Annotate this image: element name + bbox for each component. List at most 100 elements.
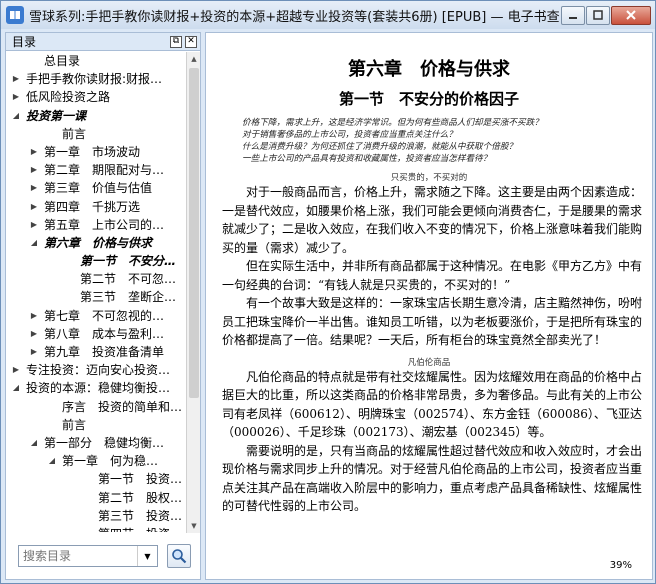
collapse-arrow-icon[interactable]: ◢ [28, 434, 40, 452]
toc-item[interactable]: ◢ 投资的本源：稳健均衡投… [6, 379, 186, 397]
expand-arrow-icon[interactable]: ▶ [28, 216, 40, 234]
toc-item-label: 第一部分 稳健均衡… [44, 435, 165, 450]
toc-item[interactable]: ▶ 低风险投资之路 [6, 88, 186, 106]
toc-item-label: 序言 投资的简单和… [62, 399, 183, 414]
collapse-arrow-icon[interactable]: ◢ [28, 234, 40, 252]
toc-item-label: 第五章 上市公司的… [44, 217, 165, 232]
toc-item[interactable]: 第二节 不可忽… [6, 270, 186, 288]
toc-item[interactable]: 第三节 投资… [6, 507, 186, 525]
expand-arrow-icon[interactable]: ▶ [28, 161, 40, 179]
expand-arrow-icon[interactable]: ▶ [28, 343, 40, 361]
chapter-questions: 价格下降，需求上升，这是经济学常识。但为何有些商品人们却是买涨不买跌？ 对于销售奢… [242, 117, 652, 165]
ebook-viewer-window: 雪球系列:手把手教你读财报+投资的本源+超越专业投资等(套装共6册) [EPUB… [0, 0, 656, 584]
expand-arrow-icon[interactable]: ▶ [28, 198, 40, 216]
float-icon: ⧉ [172, 36, 180, 46]
toc-item[interactable]: ▶ 第八章 成本与盈利… [6, 325, 186, 343]
toc-item[interactable]: 前言 [6, 125, 186, 143]
app-book-icon [6, 6, 24, 24]
title-bar[interactable]: 雪球系列:手把手教你读财报+投资的本源+超越专业投资等(套装共6册) [EPUB… [1, 1, 655, 29]
toc-item-label: 第四节 投资… [98, 527, 182, 532]
expand-arrow-icon[interactable]: ▶ [28, 179, 40, 197]
toc-scrollbar[interactable]: ▲ ▼ [186, 52, 200, 533]
paragraph-group-1: 对于一般商品而言，价格上升，需求随之下降。这主要是由两个因素造成：一是替代效应，… [206, 183, 652, 350]
body-paragraph: 有一个故事大致是这样的：一家珠宝店长期生意冷清，店主黯然神伤，吩咐员工把珠宝降价… [222, 296, 643, 347]
toc-search-button[interactable] [167, 544, 191, 568]
toc-item-label: 第六章 价格与供求 [44, 235, 153, 250]
expand-arrow-icon[interactable]: ▶ [10, 70, 22, 88]
float-panel-button[interactable]: ⧉ [170, 35, 182, 48]
toc-item[interactable]: ▶ 第三章 价值与估值 [6, 179, 186, 197]
toc-item[interactable]: 第三节 垄断企… [6, 288, 186, 306]
toc-item-label: 总目录 [44, 54, 81, 68]
toc-item[interactable]: ◢ 第一章 何为稳… [6, 452, 186, 470]
toc-item[interactable]: 序言 投资的简单和… [6, 398, 186, 416]
close-icon [626, 10, 636, 20]
expand-arrow-icon[interactable]: ▶ [28, 307, 40, 325]
toc-item[interactable]: ▶ 第四章 千挑万选 [6, 198, 186, 216]
toc-item[interactable]: ▶ 第九章 投资准备清单 [6, 343, 186, 361]
toc-item-label: 第一章 何为稳… [62, 454, 159, 469]
toc-item[interactable]: ▶ 第七章 不可忽视的… [6, 307, 186, 325]
toc-item[interactable]: 第一节 不安分… [6, 252, 186, 270]
close-button[interactable] [611, 5, 651, 25]
toc-item[interactable]: ▶ 专注投资：迈向安心投资… [6, 361, 186, 379]
question-line: 对于销售奢侈品的上市公司，投资者应当重点关注什么？ [242, 130, 457, 140]
toc-item-label: 投资的本源：稳健均衡投… [26, 381, 171, 396]
toc-item[interactable]: 总目录 [6, 52, 186, 70]
toc-item-label: 第三章 价值与估值 [44, 181, 153, 196]
toc-search-input[interactable] [19, 547, 137, 565]
scroll-down-arrow-icon[interactable]: ▼ [187, 519, 201, 533]
toc-header-label: 目录 [12, 35, 37, 49]
toc-item-label: 前言 [62, 126, 87, 141]
toc-item[interactable]: 第四节 投资… [6, 525, 186, 532]
toc-item[interactable]: ◢ 第一部分 稳健均衡… [6, 434, 186, 452]
body-paragraph: 对于一般商品而言，价格上升，需求随之下降。这主要是由两个因素造成：一是替代效应，… [222, 185, 643, 255]
expand-arrow-icon[interactable]: ▶ [28, 143, 40, 161]
toc-item-label: 第一节 不安分… [80, 254, 177, 269]
search-history-dropdown[interactable]: ▼ [137, 546, 157, 566]
toc-item[interactable]: ▶ 第五章 上市公司的… [6, 216, 186, 234]
toc-item[interactable]: 第一节 投资… [6, 470, 186, 488]
book-reader-pane[interactable]: 第六章 价格与供求 第一节 不安分的价格因子 价格下降，需求上升，这是经济学常识… [205, 32, 653, 580]
collapse-arrow-icon[interactable]: ◢ [46, 452, 58, 470]
close-panel-button[interactable]: ✕ [185, 35, 197, 48]
toc-item[interactable]: ▶ 手把手教你读财报:财报… [6, 70, 186, 88]
scroll-up-arrow-icon[interactable]: ▲ [187, 52, 201, 66]
expand-arrow-icon[interactable]: ▶ [28, 325, 40, 343]
toc-item[interactable]: ▶ 第二章 期限配对与… [6, 161, 186, 179]
toc-item-label: 低风险投资之路 [26, 90, 111, 105]
minimize-icon [569, 17, 577, 19]
collapse-arrow-icon[interactable]: ◢ [10, 107, 22, 125]
paragraph-group-2: 凡伯伦商品的特点就是带有社交炫耀属性。因为炫耀效用在商品的价格中占据巨大的比重，… [206, 368, 652, 516]
minimize-button[interactable] [561, 5, 585, 25]
question-line: 什么是消费升级？为何还抓住了消费升级的浪潮，就能从中获取个倍股？ [242, 142, 518, 152]
scroll-thumb[interactable] [189, 68, 199, 398]
collapse-arrow-icon[interactable]: ◢ [10, 379, 22, 397]
toc-item-label: 第二章 期限配对与… [44, 163, 165, 178]
chevron-down-icon: ▼ [144, 551, 151, 561]
expand-arrow-icon[interactable]: ▶ [10, 361, 22, 379]
reading-progress: 39% [609, 560, 632, 571]
body-paragraph: 需要说明的是，只有当商品的炫耀属性超过替代效应和收入效应时，才会出现价格与需求同… [222, 443, 643, 514]
toc-item[interactable]: 第二节 股权… [6, 489, 186, 507]
toc-panel: 目录 ⧉ ✕ 总目录 ▶ 手把手教你读财报:财报… ▶ 低风险投资之路 ◢ 投资第一课 前言 ▶… [5, 32, 201, 580]
toc-item[interactable]: ◢ 投资第一课 [6, 107, 186, 125]
toc-panel-header: 目录 ⧉ ✕ [6, 33, 200, 51]
expand-arrow-icon[interactable]: ▶ [10, 88, 22, 106]
toc-item-label: 前言 [62, 417, 87, 432]
maximize-button[interactable] [586, 5, 610, 25]
toc-item-label: 第七章 不可忽视的… [44, 308, 165, 323]
toc-item[interactable]: 前言 [6, 416, 186, 434]
window-title: 雪球系列:手把手教你读财报+投资的本源+超越专业投资等(套装共6册) [EPUB… [29, 9, 560, 25]
toc-item[interactable]: ▶ 第一章 市场波动 [6, 143, 186, 161]
section-title: 第一节 不安分的价格因子 [338, 90, 519, 108]
toc-search-row: ▼ [18, 543, 198, 569]
question-line: 一些上市公司的产品具有投资和收藏属性，投资者应当怎样看待？ [242, 154, 492, 164]
subheading-veblen-goods: 凡伯伦商品 [407, 357, 451, 368]
toc-item-label: 第二节 不可忽… [80, 272, 177, 287]
chapter-title: 第六章 价格与供求 [348, 59, 510, 80]
toc-item[interactable]: ◢ 第六章 价格与供求 [6, 234, 186, 252]
toc-item-label: 第四章 千挑万选 [44, 199, 141, 214]
close-icon: ✕ [187, 36, 195, 46]
toc-item-label: 第二节 股权… [98, 490, 183, 505]
